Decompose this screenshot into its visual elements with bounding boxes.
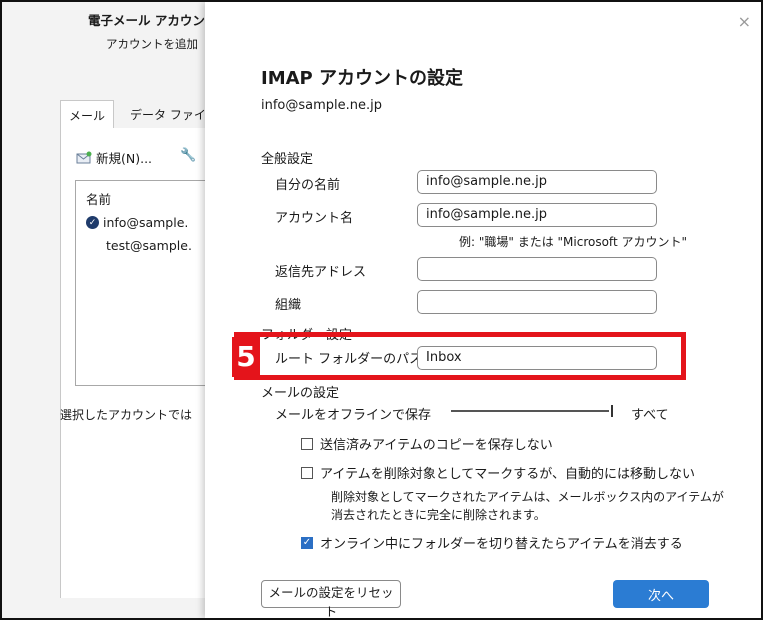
tab-data-files[interactable]: データ ファイ/: [122, 100, 218, 129]
mark-delete-checkbox-row[interactable]: アイテムを削除対象としてマークするが、自動的には移動しない: [301, 463, 695, 482]
screenshot-frame: 電子メール アカウン アカウントを追加 メール データ ファイ/ 新規(N)..…: [0, 0, 763, 620]
account-name: info@sample.: [103, 215, 189, 230]
mark-delete-checkbox[interactable]: [301, 466, 313, 479]
reply-address-field[interactable]: [417, 257, 657, 281]
your-name-field[interactable]: info@sample.ne.jp: [417, 170, 657, 194]
purge-on-switch-checkbox-row[interactable]: ✓ オンライン中にフォルダーを切り替えたらアイテムを消去する: [301, 533, 683, 552]
default-account-icon: ✓: [86, 216, 99, 229]
tab-mail[interactable]: メール: [60, 100, 115, 129]
reply-address-label: 返信先アドレス: [275, 265, 367, 280]
list-item[interactable]: ✓ info@sample.: [86, 215, 188, 230]
account-name-field[interactable]: info@sample.ne.jp: [417, 203, 657, 227]
repair-icon[interactable]: 🔧: [180, 148, 196, 163]
annotation-highlight-box: [234, 332, 686, 380]
dont-save-sent-label: 送信済みアイテムのコピーを保存しない: [320, 438, 553, 453]
mark-delete-note-line1: 削除対象としてマークされたアイテムは、メールボックス内のアイテムが: [331, 490, 724, 504]
dont-save-sent-checkbox-row[interactable]: 送信済みアイテムのコピーを保存しない: [301, 434, 553, 453]
reset-mail-settings-button[interactable]: メールの設定をリセット: [261, 580, 401, 618]
next-button[interactable]: 次へ: [613, 580, 709, 608]
offline-label: メールをオフラインで保存: [275, 408, 432, 423]
your-name-label: 自分の名前: [275, 178, 341, 193]
window-title: 電子メール アカウン: [88, 13, 205, 28]
dialog-title: IMAP アカウントの設定: [261, 68, 463, 89]
account-settings-window: 電子メール アカウン アカウントを追加 メール データ ファイ/ 新規(N)..…: [2, 2, 241, 618]
mark-delete-label: アイテムを削除対象としてマークするが、自動的には移動しない: [320, 467, 696, 482]
general-section-heading: 全般設定: [261, 152, 314, 167]
account-name-label: アカウント名: [275, 211, 354, 226]
close-icon[interactable]: ×: [738, 12, 751, 31]
organization-label: 組織: [275, 298, 302, 313]
mail-section-heading: メールの設定: [261, 386, 340, 401]
dialog-email: info@sample.ne.jp: [261, 98, 383, 113]
selected-account-note: 選択したアカウントでは: [60, 408, 193, 422]
purge-on-switch-label: オンライン中にフォルダーを切り替えたらアイテムを消去する: [320, 537, 683, 552]
new-mail-icon: [76, 151, 92, 165]
list-item[interactable]: test@sample.: [106, 238, 192, 253]
new-account-button[interactable]: 新規(N)...: [76, 148, 152, 167]
mark-delete-note-line2: 消去されたときに完全に削除されます。: [331, 508, 546, 522]
imap-settings-dialog: × IMAP アカウントの設定 info@sample.ne.jp 全般設定 自…: [205, 2, 761, 618]
account-name-hint: 例: "職場" または "Microsoft アカウント": [459, 235, 687, 249]
annotation-step-number: 5: [232, 337, 260, 377]
purge-on-switch-checkbox[interactable]: ✓: [301, 536, 313, 549]
new-account-label: 新規(N)...: [96, 151, 153, 166]
dont-save-sent-checkbox[interactable]: [301, 437, 313, 450]
list-header-name: 名前: [86, 192, 112, 207]
offline-slider-handle[interactable]: [611, 405, 613, 417]
offline-slider-track[interactable]: [451, 410, 609, 412]
window-subtitle: アカウントを追加: [106, 37, 198, 51]
organization-field[interactable]: [417, 290, 657, 314]
offline-slider-value: すべて: [631, 408, 669, 423]
